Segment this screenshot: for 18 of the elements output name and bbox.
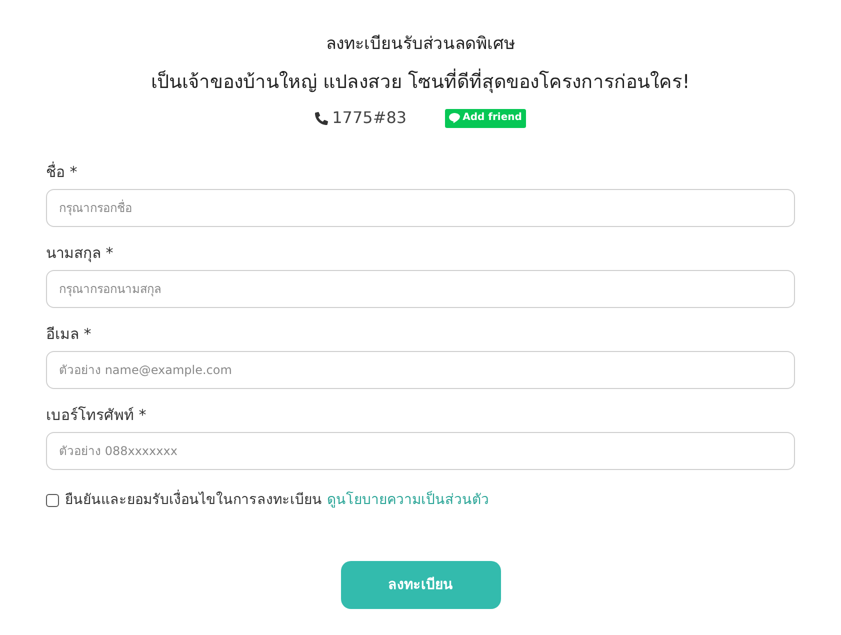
text-field[interactable]: ตัวอย่าง 088xxxxxxx <box>46 432 795 470</box>
field-label: เบอร์โทรศัพท์ * <box>46 405 148 425</box>
register-button[interactable]: ลงทะเบียน <box>340 561 500 609</box>
field-label: นามสกุล * <box>46 243 114 263</box>
field-label: ชื่อ * <box>46 162 78 182</box>
phone-icon <box>315 112 328 124</box>
text-field[interactable]: กรุณากรอกชื่อ <box>46 189 795 227</box>
consent-text: ยืนยันและยอมรับเงื่อนไขในการลงทะเบียน <box>65 490 322 510</box>
text-field[interactable]: กรุณากรอกนามสกุล <box>46 270 795 308</box>
consent-checkbox[interactable] <box>46 494 59 506</box>
text-field[interactable]: ตัวอย่าง name@example.com <box>46 351 795 389</box>
phone-number[interactable]: 1775#83 <box>332 108 407 128</box>
field-label: อีเมล * <box>46 324 92 344</box>
chat-bubble-icon <box>448 113 460 123</box>
add-friend-button[interactable]: Add friend <box>444 108 526 128</box>
page-subtitle: เป็นเจ้าของบ้านใหญ่ แปลงสวย โซนที่ดีที่สุดของโครงการก่อนใคร! <box>151 68 690 96</box>
page-title: ลงทะเบียนรับส่วนลดพิเศษ <box>326 33 515 56</box>
privacy-policy-link[interactable]: ดูนโยบายความเป็นส่วนตัว <box>327 490 489 510</box>
